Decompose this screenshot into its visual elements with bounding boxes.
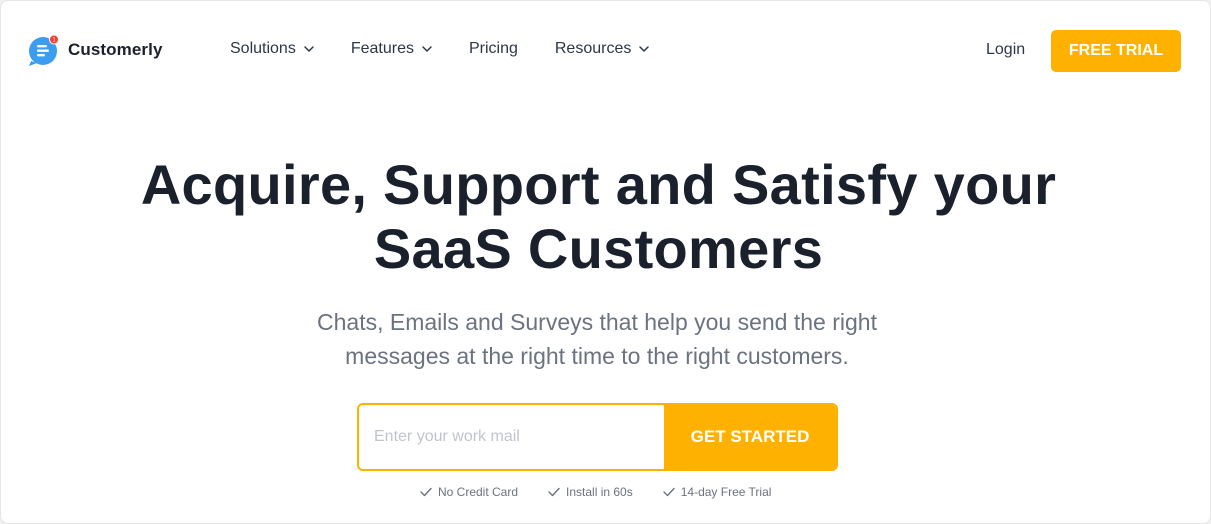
perk-item: No Credit Card: [420, 485, 518, 499]
brand-name: Customerly: [68, 40, 163, 59]
perk-label: Install in 60s: [566, 485, 633, 499]
check-icon: [663, 487, 675, 497]
nav-item-pricing[interactable]: Pricing: [469, 40, 518, 58]
hero-title-line-2: SaaS Customers: [373, 217, 824, 280]
brand-logo[interactable]: 1 Customerly: [28, 34, 163, 66]
main-nav: Solutions Features Pricing Resources: [230, 40, 686, 58]
chevron-down-icon: [422, 45, 432, 52]
nav-item-label: Resources: [554, 40, 632, 57]
nav-item-label: Features: [350, 40, 414, 57]
landing-page: 1 Customerly Solutions Features Pricing …: [0, 0, 1211, 524]
perk-item: 14-day Free Trial: [663, 485, 772, 499]
hero-subtitle: Chats, Emails and Surveys that help you …: [297, 305, 897, 373]
chat-bubble-icon: 1: [28, 34, 60, 66]
nav-item-label: Pricing: [468, 40, 518, 57]
login-link[interactable]: Login: [986, 41, 1025, 59]
perk-item: Install in 60s: [548, 485, 633, 499]
perks-list: No Credit Card Install in 60s 14-day Fre…: [420, 485, 801, 499]
check-icon: [548, 487, 560, 497]
hero-title: Acquire, Support and Satisfy your SaaS C…: [1, 153, 1196, 281]
hero-title-line-1: Acquire, Support and Satisfy your: [140, 153, 1057, 216]
get-started-button[interactable]: GET STARTED: [664, 405, 836, 469]
hero-subtitle-line-1: Chats, Emails and Surveys that help you …: [317, 309, 877, 335]
hero-subtitle-line-2: messages at the right time to the right …: [345, 343, 849, 369]
free-trial-button[interactable]: FREE TRIAL: [1051, 30, 1181, 72]
email-input[interactable]: [359, 405, 664, 469]
chevron-down-icon: [304, 45, 314, 52]
check-icon: [420, 487, 432, 497]
signup-form: GET STARTED: [357, 403, 838, 471]
nav-item-resources[interactable]: Resources: [554, 40, 650, 58]
nav-item-label: Solutions: [230, 40, 296, 57]
perk-label: No Credit Card: [438, 485, 519, 499]
nav-item-solutions[interactable]: Solutions: [230, 40, 314, 58]
nav-item-features[interactable]: Features: [351, 40, 432, 58]
perk-label: 14-day Free Trial: [680, 485, 772, 499]
chevron-down-icon: [639, 45, 650, 52]
